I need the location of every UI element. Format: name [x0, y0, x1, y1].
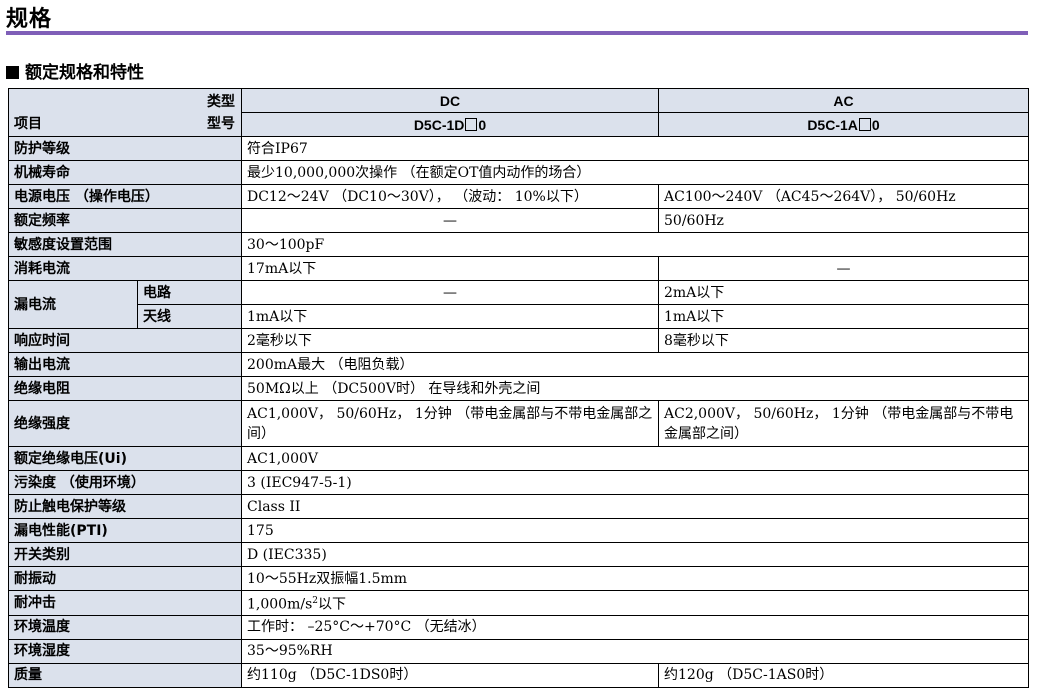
- row-value: 1,000m/s2以下: [241, 590, 1029, 616]
- row-label: 额定绝缘电压(Ui): [8, 446, 242, 471]
- row-rated-insulation-v: 额定绝缘电压(Ui) AC1,000V: [8, 446, 1029, 471]
- row-dielectric: 绝缘强度 AC1,000V， 50/60Hz， 1分钟 （带电金属部与不带电金属…: [8, 400, 1029, 447]
- row-weight: 质量 约110g （D5C-1DS0时） 约120g （D5C-1AS0时）: [8, 662, 1029, 688]
- ac-model-prefix: D5C-1A: [807, 116, 858, 133]
- blank-box-icon: [858, 117, 871, 131]
- row-switch-class: 开关类别 D (IEC335): [8, 542, 1029, 567]
- dc-type-header: DC: [241, 88, 659, 113]
- row-vibration: 耐振动 10～55Hz双振幅1.5mm: [8, 566, 1029, 591]
- ac-type-header: AC: [658, 88, 1029, 113]
- header-corner-cell: 类型 项目 型号: [8, 88, 242, 137]
- row-ambient-humidity: 环境湿度 35～95%RH: [8, 638, 1029, 664]
- sub-label: 天线: [137, 304, 242, 329]
- row-value: AC1,000V: [241, 446, 1029, 471]
- row-label: 防护等级: [8, 136, 242, 161]
- ac-value: AC2,000V， 50/60Hz， 1分钟 （带电金属部与不带电金属部之间）: [658, 400, 1029, 447]
- blank-box-icon: [465, 117, 478, 131]
- shock-value-tail: 以下: [318, 596, 346, 613]
- dc-value: 2毫秒以下: [241, 328, 659, 353]
- row-label: 绝缘电阻: [8, 376, 242, 401]
- row-supply-voltage: 电源电压 （操作电压） DC12～24V （DC10～30V）， （波动： 10…: [8, 184, 1029, 209]
- ac-value: 2mA以下: [658, 280, 1029, 305]
- title-rule: [6, 31, 1028, 35]
- row-label: 电源电压 （操作电压）: [8, 184, 242, 209]
- ac-value: 约120g （D5C-1AS0时）: [658, 662, 1029, 688]
- row-value: 工作时： –25°C～+70°C （无结冰）: [241, 614, 1029, 640]
- row-mech-life: 机械寿命 最少10,000,000次操作 （在额定OT值内动作的场合）: [8, 160, 1029, 185]
- dc-value: —: [241, 280, 659, 305]
- row-label: 耐冲击: [8, 590, 242, 616]
- row-label: 机械寿命: [8, 160, 242, 185]
- row-consumption: 消耗电流 17mA以下 —: [8, 256, 1029, 281]
- row-label: 漏电性能(PTI): [8, 518, 242, 543]
- dc-value: AC1,000V， 50/60Hz， 1分钟 （带电金属部与不带电金属部之间）: [241, 400, 659, 447]
- row-label: 环境温度: [8, 614, 242, 640]
- dc-value: 1mA以下: [241, 304, 659, 329]
- row-label: 绝缘强度: [8, 400, 242, 447]
- dc-value: —: [241, 208, 659, 233]
- row-ambient-temp: 环境温度 工作时： –25°C～+70°C （无结冰）: [8, 614, 1029, 640]
- ac-model-suffix: 0: [871, 116, 880, 133]
- ac-value: 8毫秒以下: [658, 328, 1029, 353]
- ac-value: AC100～240V （AC45～264V）， 50/60Hz: [658, 184, 1029, 209]
- row-shock-protection: 防止触电保护等级 Class II: [8, 494, 1029, 519]
- row-value: 50MΩ以上 （DC500V时） 在导线和外壳之间: [241, 376, 1029, 401]
- section-heading: 额定规格和特性: [6, 58, 144, 83]
- page-title: 规格: [6, 7, 53, 32]
- sub-label: 电路: [137, 280, 242, 305]
- row-label: 额定频率: [8, 208, 242, 233]
- dc-value: 17mA以下: [241, 256, 659, 281]
- dc-model-header: D5C-1D 0: [241, 112, 659, 137]
- row-value: D (IEC335): [241, 542, 1029, 567]
- row-value: 200mA最大 （电阻负载）: [241, 352, 1029, 377]
- ac-value: 1mA以下: [658, 304, 1029, 329]
- row-label: 污染度 （使用环境）: [8, 470, 242, 495]
- row-sensitivity: 敏感度设置范围 30～100pF: [8, 232, 1029, 257]
- row-output: 输出电流 200mA最大 （电阻负载）: [8, 352, 1029, 377]
- row-leakage-circuit: 漏电流 电路 — 2mA以下: [8, 280, 1029, 329]
- row-response: 响应时间 2毫秒以下 8毫秒以下: [8, 328, 1029, 353]
- header-row-type: 类型 项目 型号 DC AC: [8, 88, 1029, 137]
- shock-value-main: 1,000m/s: [247, 596, 313, 613]
- ac-value: —: [658, 256, 1029, 281]
- row-value: Class II: [241, 494, 1029, 519]
- row-label: 防止触电保护等级: [8, 494, 242, 519]
- dc-model-prefix: D5C-1D: [413, 116, 465, 133]
- dc-model-suffix: 0: [478, 116, 487, 133]
- dc-value: 约110g （D5C-1DS0时）: [241, 662, 659, 688]
- row-pti: 漏电性能(PTI) 175: [8, 518, 1029, 543]
- item-label: 项目: [14, 116, 42, 132]
- row-shock: 耐冲击 1,000m/s2以下: [8, 590, 1029, 616]
- row-protection: 防护等级 符合IP67: [8, 136, 1029, 161]
- row-label: 漏电流: [8, 280, 138, 329]
- model-label: 型号: [207, 116, 235, 132]
- row-value: 10～55Hz双振幅1.5mm: [241, 566, 1029, 591]
- row-label: 质量: [8, 662, 242, 688]
- row-label: 敏感度设置范围: [8, 232, 242, 257]
- row-value: 175: [241, 518, 1029, 543]
- section-heading-text: 额定规格和特性: [25, 63, 144, 83]
- square-bullet-icon: [6, 66, 19, 79]
- row-label: 输出电流: [8, 352, 242, 377]
- ac-model-header: D5C-1A 0: [658, 112, 1029, 137]
- row-value: 符合IP67: [241, 136, 1029, 161]
- row-leakage-antenna: 天线 1mA以下 1mA以下: [9, 304, 1029, 329]
- row-label: 耐振动: [8, 566, 242, 591]
- row-label: 开关类别: [8, 542, 242, 567]
- row-pollution: 污染度 （使用环境） 3 (IEC947-5-1): [8, 470, 1029, 495]
- ac-value: 50/60Hz: [658, 208, 1029, 233]
- row-rated-freq: 额定频率 — 50/60Hz: [8, 208, 1029, 233]
- row-insulation-res: 绝缘电阻 50MΩ以上 （DC500V时） 在导线和外壳之间: [8, 376, 1029, 401]
- dc-value: DC12～24V （DC10～30V）， （波动： 10%以下）: [241, 184, 659, 209]
- row-value: 3 (IEC947-5-1): [241, 470, 1029, 495]
- spec-table: 类型 项目 型号 DC AC D5C-1D 0 D5C-1A 0 防护等级 符合IP…: [8, 88, 1029, 688]
- row-label: 消耗电流: [8, 256, 242, 281]
- type-label: 类型: [207, 94, 235, 110]
- row-value: 30～100pF: [241, 232, 1029, 257]
- row-value: 最少10,000,000次操作 （在额定OT值内动作的场合）: [241, 160, 1029, 185]
- row-value: 35～95%RH: [241, 638, 1029, 664]
- row-label: 响应时间: [8, 328, 242, 353]
- row-label: 环境湿度: [8, 638, 242, 664]
